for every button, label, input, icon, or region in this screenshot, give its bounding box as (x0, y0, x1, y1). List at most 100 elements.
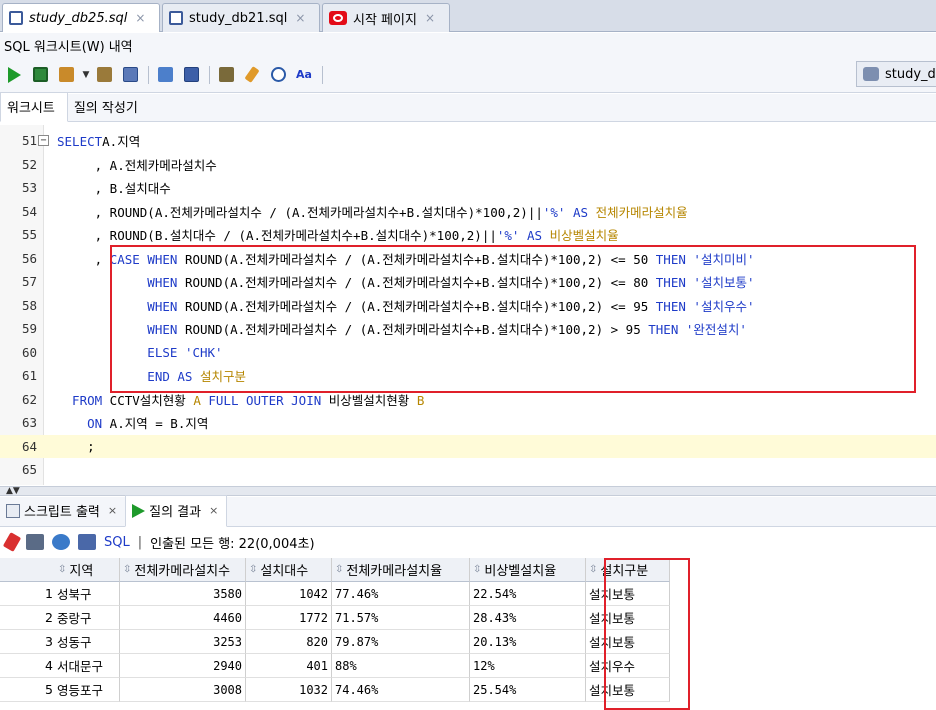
history-button[interactable] (268, 65, 288, 85)
sql-editor[interactable]: 51− SELECTA.지역 52 , A.전체카메라설치수 53 , B.설치대수 5… (0, 125, 936, 485)
code-line[interactable]: 60 ELSE 'CHK' (0, 341, 936, 365)
table-cell[interactable]: 401 (246, 654, 332, 678)
table-cell[interactable]: 71.57% (332, 606, 470, 630)
line-number: 56 (21, 250, 37, 266)
table-cell[interactable]: 25.54% (470, 678, 586, 702)
table-cell[interactable]: 3008 (120, 678, 246, 702)
table-cell[interactable]: 77.46% (332, 582, 470, 606)
tab-script-output[interactable]: 스크립트 출력 × (0, 496, 125, 526)
code-line[interactable]: 56 , CASE WHEN ROUND(A.전체카메라설치수 / (A.전체카… (0, 247, 936, 271)
result-grid[interactable]: ⇳ 지역 ⇳ 전체카메라설치수 ⇳ 설치대수 ⇳ 전체카메라설치율 ⇳ 비상벨설치율 ⇳ 설치구분 1 성… (0, 558, 936, 710)
table-cell[interactable]: 3 성동구 (0, 630, 120, 654)
dropdown-arrow-icon[interactable]: ▼ (82, 65, 90, 85)
doc-tab-start-page[interactable]: 시작 페이지 × (322, 3, 450, 32)
table-cell[interactable]: 2 중랑구 (0, 606, 120, 630)
table-cell[interactable]: 3580 (120, 582, 246, 606)
pin-icon[interactable] (2, 532, 22, 552)
collapse-arrows-icon[interactable]: ▲▼ (6, 486, 20, 496)
table-cell[interactable]: 22.54% (470, 582, 586, 606)
table-row[interactable]: 4 서대문구 2940 401 88% 12% 설치우수 (0, 654, 670, 678)
table-row[interactable]: 5 영등포구 3008 1032 74.46% 25.54% 설치보통 (0, 678, 670, 702)
column-header[interactable]: ⇳ 설치구분 (586, 558, 670, 582)
sort-icon[interactable]: ⇳ (249, 564, 257, 575)
dbms-output-button[interactable] (181, 65, 201, 85)
code-line[interactable]: 62 FROM CCTV설치현황 A FULL OUTER JOIN 비상벨설치… (0, 388, 936, 412)
table-cell[interactable]: 1042 (246, 582, 332, 606)
code-line[interactable]: 61 END AS 설치구분 (0, 364, 936, 388)
sort-icon[interactable]: ⇳ (123, 564, 131, 575)
close-icon[interactable]: × (295, 11, 305, 25)
code-line[interactable]: 51− SELECTA.지역 (0, 129, 936, 153)
table-cell[interactable]: 28.43% (470, 606, 586, 630)
table-cell[interactable]: 820 (246, 630, 332, 654)
column-header[interactable]: ⇳ 설치대수 (246, 558, 332, 582)
table-cell[interactable]: 74.46% (332, 678, 470, 702)
table-cell[interactable]: 1032 (246, 678, 332, 702)
explain-plan-button[interactable] (120, 65, 140, 85)
code-line[interactable]: 55 , ROUND(B.설치대수 / (A.전체카메라설치수+B.설치대수)*… (0, 223, 936, 247)
autotrace-button[interactable] (155, 65, 175, 85)
table-row[interactable]: 2 중랑구 4460 1772 71.57% 28.43% 설치보통 (0, 606, 670, 630)
sort-icon[interactable]: ⇳ (58, 564, 66, 575)
code-line[interactable]: 64 ; (0, 434, 936, 458)
tab-history[interactable]: 내역 (109, 36, 133, 55)
connection-selector[interactable]: study_d (856, 61, 936, 87)
sql-tuning-button[interactable] (216, 65, 236, 85)
sql-view-button[interactable]: SQL (104, 535, 130, 550)
doc-tab-study-db21[interactable]: study_db21.sql × (162, 3, 320, 32)
code-line[interactable]: 63 ON A.지역 = B.지역 (0, 411, 936, 435)
table-cell[interactable]: 설치보통 (586, 630, 670, 654)
table-row[interactable]: 3 성동구 3253 820 79.87% 20.13% 설치보통 (0, 630, 670, 654)
code-line[interactable]: 54 , ROUND(A.전체카메라설치수 / (A.전체카메라설치수+B.설치… (0, 200, 936, 224)
tab-worksheet[interactable]: 워크시트 (0, 92, 68, 122)
format-case-icon[interactable]: Aa (294, 65, 314, 85)
close-icon[interactable]: × (209, 504, 218, 517)
print-icon[interactable] (26, 534, 44, 550)
sort-icon[interactable]: ⇳ (589, 564, 597, 575)
table-cell[interactable]: 2940 (120, 654, 246, 678)
table-cell[interactable]: 20.13% (470, 630, 586, 654)
table-cell[interactable]: 88% (332, 654, 470, 678)
clear-button[interactable] (242, 65, 262, 85)
code-line[interactable]: 58 WHEN ROUND(A.전체카메라설치수 / (A.전체카메라설치수+B… (0, 294, 936, 318)
table-cell[interactable]: 3253 (120, 630, 246, 654)
table-cell[interactable]: 79.87% (332, 630, 470, 654)
table-cell[interactable]: 1 성북구 (0, 582, 120, 606)
close-icon[interactable]: × (108, 504, 117, 517)
doc-tab-study-db25[interactable]: study_db25.sql × (2, 3, 160, 32)
column-header[interactable]: ⇳ 지역 (0, 558, 120, 582)
code-line[interactable]: 57 WHEN ROUND(A.전체카메라설치수 / (A.전체카메라설치수+B… (0, 270, 936, 294)
table-cell[interactable]: 설치우수 (586, 654, 670, 678)
sort-icon[interactable]: ⇳ (335, 564, 343, 575)
rollback-button[interactable] (94, 65, 114, 85)
code-line[interactable]: 53 , B.설치대수 (0, 176, 936, 200)
table-cell[interactable]: 1772 (246, 606, 332, 630)
column-header[interactable]: ⇳ 전체카메라설치율 (332, 558, 470, 582)
commit-button[interactable] (56, 65, 76, 85)
code-token: THEN (655, 275, 686, 291)
sort-icon[interactable]: ⇳ (473, 564, 481, 575)
table-row[interactable]: 1 성북구 3580 1042 77.46% 22.54% 설치보통 (0, 582, 670, 606)
close-icon[interactable]: × (425, 11, 435, 25)
column-header[interactable]: ⇳ 비상벨설치율 (470, 558, 586, 582)
column-header[interactable]: ⇳ 전체카메라설치수 (120, 558, 246, 582)
close-icon[interactable]: × (135, 11, 145, 25)
table-cell[interactable]: 4460 (120, 606, 246, 630)
export-icon[interactable] (78, 534, 96, 550)
code-line[interactable]: 65 (0, 458, 936, 482)
code-line[interactable]: 52 , A.전체카메라설치수 (0, 153, 936, 177)
tab-query-result[interactable]: 질의 결과 × (125, 495, 228, 527)
tab-sql-worksheet[interactable]: SQL 워크시트(W) (4, 36, 105, 55)
code-line[interactable]: 59 WHEN ROUND(A.전체카메라설치수 / (A.전체카메라설치수+B… (0, 317, 936, 341)
table-cell[interactable]: 설치보통 (586, 678, 670, 702)
fold-toggle-icon[interactable]: − (38, 135, 49, 146)
tab-query-builder[interactable]: 질의 작성기 (68, 93, 150, 121)
run-statement-button[interactable] (4, 65, 24, 85)
table-cell[interactable]: 설치보통 (586, 606, 670, 630)
table-cell[interactable]: 설치보통 (586, 582, 670, 606)
run-script-button[interactable] (30, 65, 50, 85)
table-cell[interactable]: 12% (470, 654, 586, 678)
refresh-icon[interactable] (52, 534, 70, 550)
table-cell[interactable]: 4 서대문구 (0, 654, 120, 678)
table-cell[interactable]: 5 영등포구 (0, 678, 120, 702)
